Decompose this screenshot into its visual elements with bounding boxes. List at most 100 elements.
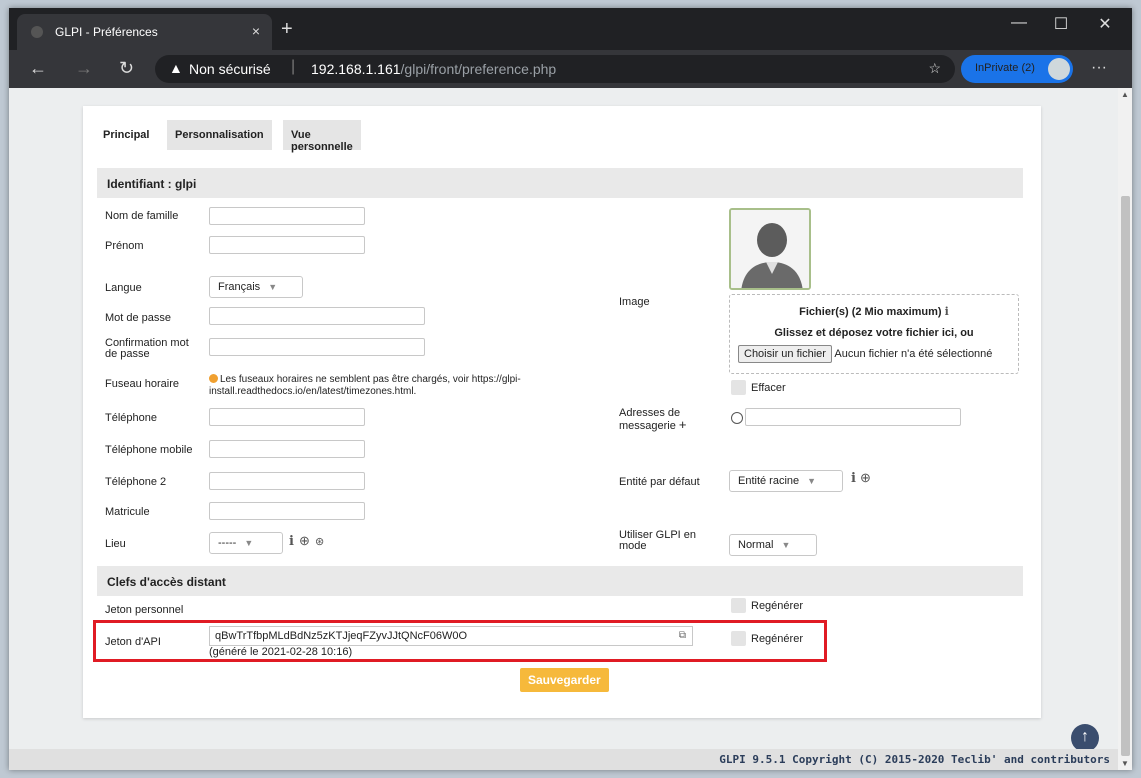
new-tab-icon[interactable]: + [281,18,293,41]
window-close-icon[interactable]: ✕ [1085,14,1125,34]
tab-close-icon[interactable]: × [252,23,260,39]
label-matricule: Matricule [105,506,150,518]
label-fuseau: Fuseau horaire [105,378,179,390]
label-lieu: Lieu [105,538,126,550]
tab-personnalisation[interactable]: Personnalisation [167,120,272,150]
api-token-generated: (généré le 2021-02-28 10:16) [209,646,353,658]
email-field[interactable] [745,408,961,426]
tab-vue-personnelle[interactable]: Vue personnelle [283,120,361,153]
api-token-field[interactable]: qBwTrTfbpMLdBdNz5zKTJjeqFZyvJJtQNcF06W0O… [209,626,693,646]
label-effacer: Effacer [751,382,786,394]
globe-icon[interactable]: ⊛ [315,535,324,548]
label-langue: Langue [105,282,142,294]
matricule-field[interactable] [209,502,365,520]
password-confirm-field[interactable] [209,338,425,356]
address-bar: ← → ↻ ▲ Non sécurisé | 192.168.1.161/glp… [9,50,1132,88]
page-scrollbar[interactable]: ▲ ▼ [1118,88,1132,770]
label-telephone2: Téléphone 2 [105,476,167,488]
telephone2-field[interactable] [209,472,365,490]
info-icon[interactable]: i [851,471,856,486]
avatar [729,208,811,290]
tab-principal[interactable]: Principal [95,120,158,150]
label-telephone: Téléphone [105,412,157,424]
page-viewport: Principal Personnalisation Vue personnel… [9,88,1132,770]
timezone-warning-text: Les fuseaux horaires ne semblent pas êtr… [209,374,521,397]
label-regenerer-api: Regénérer [751,633,803,645]
default-email-radio[interactable] [731,412,743,424]
chevron-down-icon: ▼ [781,540,791,550]
add-circle-icon[interactable]: ⊕ [860,470,871,486]
label-adresses: Adresses de messagerie + [619,407,687,432]
label-utiliser: Utiliser GLPI en mode [619,529,697,552]
url-field[interactable]: ▲ Non sécurisé | 192.168.1.161/glpi/fron… [155,55,955,83]
copy-icon[interactable]: ⧉ [679,630,686,641]
drop-text: Glissez et déposez votre fichier ici, ou [774,327,974,339]
tab-title: GLPI - Préférences [55,25,158,39]
separator: | [291,58,296,75]
info-icon[interactable]: i [289,534,294,549]
profile-avatar-icon [1048,58,1070,80]
browser-tab[interactable]: GLPI - Préférences × [17,14,272,50]
lieu-select[interactable]: ----- ▼ [209,532,283,554]
chevron-down-icon: ▼ [244,538,254,548]
nom-field[interactable] [209,207,365,225]
lieu-value: ----- [218,537,237,549]
label-confirmation: Confirmation mot de passe [105,337,189,360]
info-icon: i [944,305,949,318]
section-identity-header: Identifiant : glpi [97,168,1023,198]
regenerate-personal-checkbox[interactable] [731,598,746,613]
scroll-up-icon[interactable]: ▲ [1121,90,1129,99]
reload-icon[interactable]: ↻ [119,58,134,79]
chevron-down-icon: ▼ [268,282,278,292]
arrow-up-icon: ↑ [1081,728,1089,745]
security-label: Non sécurisé [189,61,271,77]
langue-select[interactable]: Français ▼ [209,276,303,298]
maximize-icon[interactable]: ☐ [1041,14,1081,34]
mode-select[interactable]: Normal ▼ [729,534,817,556]
back-arrow-icon[interactable]: ← [29,58,47,79]
label-nom: Nom de famille [105,210,179,222]
entite-select[interactable]: Entité racine ▼ [729,470,843,492]
label-mdp: Mot de passe [105,312,172,324]
section-keys-header: Clefs d'accès distant [97,566,1023,596]
tab-bar: GLPI - Préférences × + — ☐ ✕ [9,8,1132,50]
label-prenom: Prénom [105,240,144,252]
label-image: Image [619,296,650,308]
label-entite: Entité par défaut [619,476,700,488]
inprivate-label: InPrivate (2) [975,62,1035,74]
favorites-icon[interactable]: ☆ [928,60,941,77]
telephone-field[interactable] [209,408,365,426]
regenerate-api-checkbox[interactable] [731,631,746,646]
url-host: 192.168.1.161 [311,61,401,77]
preferences-card: Principal Personnalisation Vue personnel… [83,106,1041,718]
choose-file-button[interactable]: Choisir un fichier [738,345,832,363]
prenom-field[interactable] [209,236,365,254]
timezone-warning: Les fuseaux horaires ne semblent pas êtr… [209,374,569,398]
scroll-down-icon[interactable]: ▼ [1121,759,1129,768]
scroll-to-top-button[interactable]: ↑ [1071,724,1099,752]
forward-arrow-icon[interactable]: → [75,58,93,79]
save-button[interactable]: Sauvegarder [520,668,609,692]
favicon-icon [31,26,43,38]
footer-copyright: GLPI 9.5.1 Copyright (C) 2015-2020 Tecli… [9,749,1118,770]
scrollbar-thumb[interactable] [1121,196,1130,756]
entite-value: Entité racine [738,475,800,487]
url-text: 192.168.1.161/glpi/front/preference.php [311,61,556,77]
browser-menu-icon[interactable]: ··· [1091,59,1107,77]
password-field[interactable] [209,307,425,325]
no-file-label: Aucun fichier n'a été sélectionné [834,348,993,360]
add-email-icon[interactable]: + [679,417,687,432]
inprivate-button[interactable]: InPrivate (2) [961,55,1073,83]
upload-title: Fichier(s) (2 Mio maximum) i [799,305,949,318]
minimize-icon[interactable]: — [999,14,1039,32]
mode-value: Normal [738,539,774,551]
label-jeton-api: Jeton d'API [105,636,161,648]
telephone-mobile-field[interactable] [209,440,365,458]
label-telephone-mobile: Téléphone mobile [105,444,193,456]
warning-icon: ▲ [169,60,183,76]
add-circle-icon[interactable]: ⊕ [299,533,310,549]
langue-value: Français [218,281,261,293]
api-token-value: qBwTrTfbpMLdBdNz5zKTJjeqFZyvJJtQNcF06W0O [215,630,468,642]
file-dropzone[interactable]: Fichier(s) (2 Mio maximum) i Glissez et … [729,294,1019,374]
effacer-checkbox[interactable] [731,380,746,395]
